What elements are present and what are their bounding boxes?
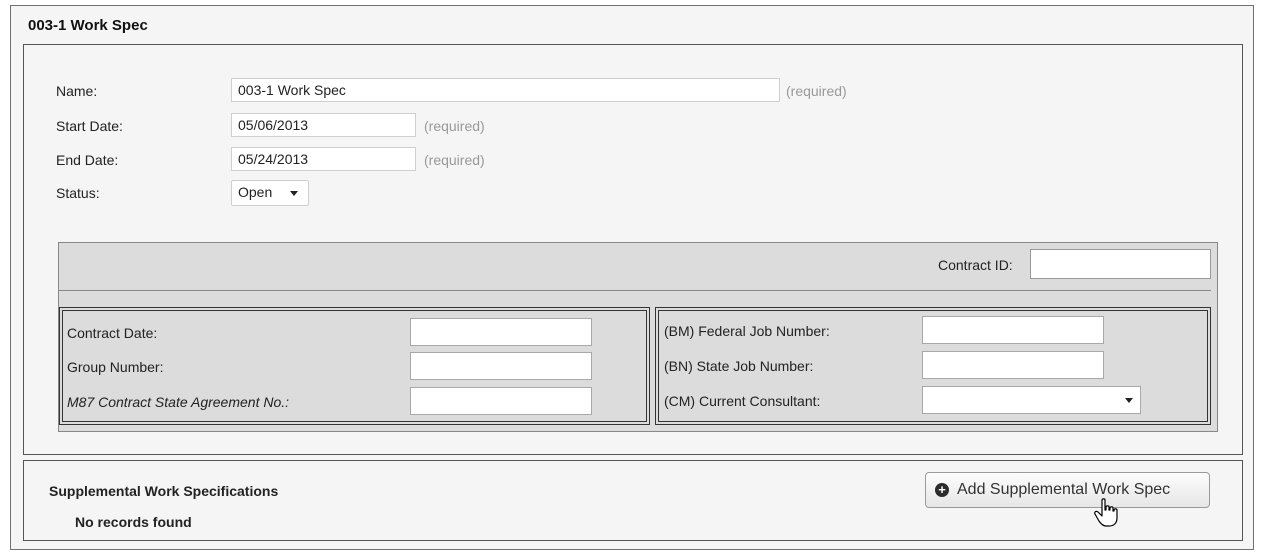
add-supplemental-button-label: Add Supplemental Work Spec	[957, 481, 1171, 498]
hand-cursor-icon	[1094, 498, 1118, 527]
name-input[interactable]: 003-1 Work Spec	[231, 78, 780, 102]
group-number-input[interactable]	[410, 352, 592, 380]
panel-title: 003-1 Work Spec	[28, 17, 148, 34]
group-number-label: Group Number:	[67, 359, 164, 375]
state-job-number-input[interactable]	[922, 351, 1104, 379]
state-job-number-label: (BN) State Job Number:	[664, 358, 814, 374]
contract-date-label: Contract Date:	[67, 325, 158, 341]
chevron-down-icon	[290, 191, 298, 196]
m87-agreement-input[interactable]	[410, 387, 592, 415]
contract-divider	[59, 290, 1211, 291]
m87-agreement-label: M87 Contract State Agreement No.:	[67, 394, 290, 410]
start-date-required-note: (required)	[424, 118, 485, 134]
contract-id-input[interactable]	[1030, 249, 1211, 279]
current-consultant-select[interactable]	[922, 386, 1141, 414]
name-label: Name:	[56, 83, 98, 99]
start-date-input[interactable]: 05/06/2013	[231, 113, 416, 137]
end-date-label: End Date:	[56, 152, 119, 168]
add-supplemental-work-spec-button[interactable]: + Add Supplemental Work Spec	[925, 472, 1210, 508]
supplemental-heading: Supplemental Work Specifications	[49, 483, 279, 499]
start-date-label: Start Date:	[56, 118, 123, 134]
federal-job-number-input[interactable]	[922, 316, 1104, 344]
contract-date-input[interactable]	[410, 318, 592, 346]
chevron-down-icon	[1125, 398, 1133, 403]
status-selected-value: Open	[238, 184, 273, 200]
current-consultant-label: (CM) Current Consultant:	[664, 393, 821, 409]
status-label: Status:	[56, 185, 100, 201]
name-required-note: (required)	[786, 83, 847, 99]
no-records-text: No records found	[75, 514, 192, 530]
federal-job-number-label: (BM) Federal Job Number:	[664, 323, 830, 339]
contract-id-label: Contract ID:	[938, 257, 1013, 273]
status-select[interactable]: Open	[231, 180, 309, 206]
end-date-input[interactable]: 05/24/2013	[231, 147, 416, 171]
plus-circle-icon: +	[935, 483, 949, 497]
end-date-required-note: (required)	[424, 152, 485, 168]
